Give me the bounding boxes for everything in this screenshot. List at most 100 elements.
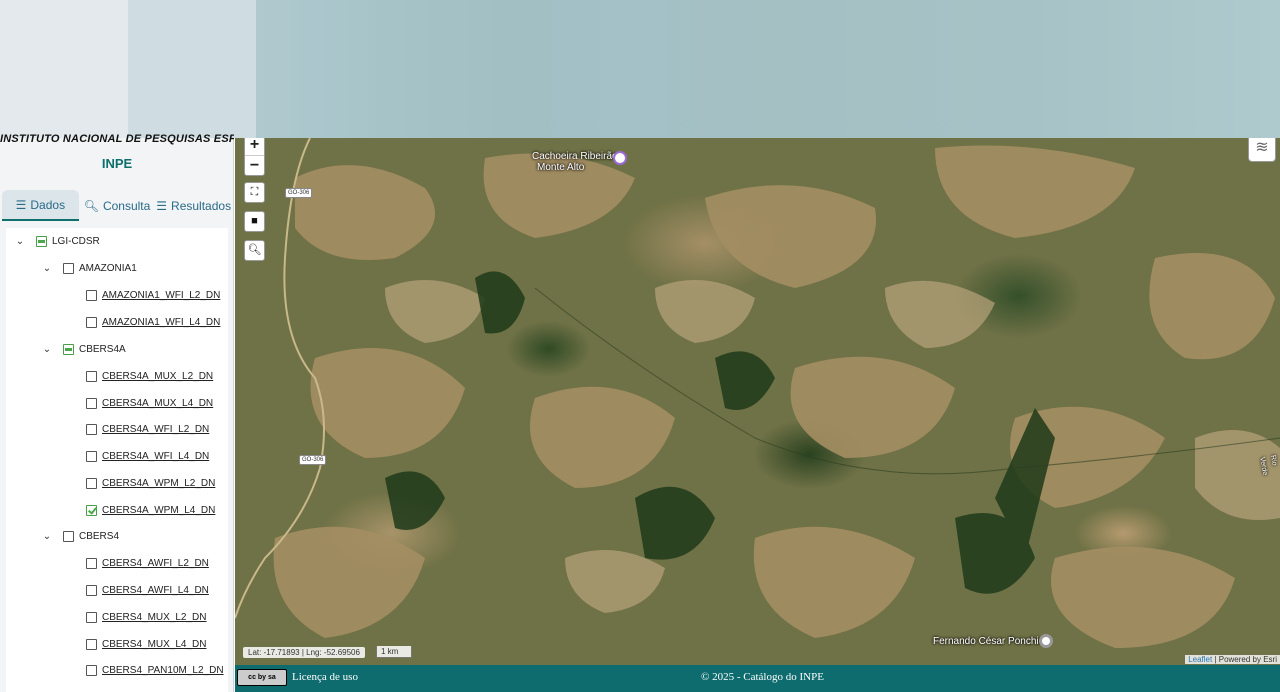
- item-label[interactable]: CBERS4A_WPM_L2_DN: [102, 478, 215, 489]
- tree-item: AMAZONIA1_WFI_L2_DN: [86, 286, 220, 304]
- item-checkbox[interactable]: [86, 423, 97, 435]
- scale-bar: 1 km: [376, 646, 412, 658]
- item-checkbox[interactable]: [86, 584, 97, 596]
- leaflet-link[interactable]: Leaflet: [1188, 655, 1212, 664]
- attribution-text: | Powered by Esri: [1212, 655, 1277, 664]
- fullscreen-icon: ⛶: [250, 186, 259, 198]
- place-pin-icon[interactable]: [613, 151, 627, 165]
- square-icon: ■: [251, 215, 258, 227]
- item-label[interactable]: CBERS4_AWFI_L2_DN: [102, 558, 209, 569]
- group-label: CBERS4: [79, 530, 120, 542]
- institute-name: INSTITUTO NACIONAL DE PESQUISAS ESPACIAI…: [0, 133, 234, 145]
- tree-group-cbers4: ⌄ CBERS4: [41, 527, 119, 545]
- tab-resultados-label: Resultados: [171, 198, 232, 213]
- zoom-control: + −: [244, 138, 265, 176]
- item-label[interactable]: CBERS4A_WFI_L4_DN: [102, 451, 209, 462]
- map-view[interactable]: + − ⛶ ■ 🔍︎ ≋ Cachoeira Ribeirão Monte Al…: [235, 138, 1280, 665]
- item-label[interactable]: AMAZONIA1_WFI_L2_DN: [102, 290, 220, 301]
- tree-item: AMAZONIA1_WFI_L4_DN: [86, 313, 220, 331]
- tab-bar: ☰ Dados 🔍︎ Consulta ☰ Resultados: [2, 190, 232, 221]
- group-label: CBERS4A: [79, 343, 126, 355]
- place-line-1: Cachoeira Ribeirão: [532, 151, 618, 162]
- map-attribution: Leaflet | Powered by Esri: [1185, 655, 1280, 664]
- tree-item: CBERS4_PAN10M_L2_DN: [86, 661, 224, 679]
- tree-root-label: LGI-CDSR: [52, 235, 100, 247]
- tab-resultados[interactable]: ☰ Resultados: [155, 190, 232, 221]
- item-checkbox[interactable]: [86, 397, 97, 409]
- cc-license-badge[interactable]: cc by sa: [237, 669, 287, 686]
- chevron-down-icon[interactable]: ⌄: [14, 236, 26, 247]
- top-banner: [0, 0, 1280, 138]
- river-label: Rio Verde: [1258, 454, 1278, 476]
- item-label[interactable]: CBERS4A_WFI_L2_DN: [102, 424, 209, 435]
- tree-item: CBERS4A_WPM_L4_DN: [86, 501, 215, 519]
- item-checkbox[interactable]: [86, 611, 97, 623]
- draw-rectangle-button[interactable]: ■: [244, 211, 265, 232]
- tab-consulta-label: Consulta: [102, 198, 151, 213]
- item-label[interactable]: CBERS4A_WPM_L4_DN: [102, 505, 215, 516]
- zoom-in-button[interactable]: +: [245, 138, 264, 155]
- item-checkbox-checked[interactable]: [86, 504, 97, 516]
- tab-dados[interactable]: ☰ Dados: [2, 190, 79, 221]
- item-label[interactable]: AMAZONIA1_WFI_L4_DN: [102, 317, 220, 328]
- item-label[interactable]: CBERS4_MUX_L2_DN: [102, 612, 207, 623]
- road-label: GO-306: [299, 455, 327, 465]
- item-checkbox[interactable]: [86, 450, 97, 462]
- tree-item: CBERS4A_WPM_L2_DN: [86, 474, 215, 492]
- license-link[interactable]: Licença de uso: [292, 671, 358, 683]
- chevron-down-icon[interactable]: ⌄: [41, 263, 53, 274]
- item-checkbox[interactable]: [86, 289, 97, 301]
- layers-button[interactable]: ≋: [1248, 138, 1276, 162]
- item-checkbox[interactable]: [86, 557, 97, 569]
- tree-item: CBERS4A_MUX_L4_DN: [86, 394, 213, 412]
- item-label[interactable]: CBERS4A_MUX_L4_DN: [102, 398, 213, 409]
- group-checkbox[interactable]: [63, 262, 74, 274]
- item-label[interactable]: CBERS4A_MUX_L2_DN: [102, 371, 213, 382]
- tree-item: CBERS4A_MUX_L2_DN: [86, 367, 213, 385]
- coordinates-readout: Lat: -17.71893 | Lng: -52.69506: [243, 647, 365, 658]
- chevron-down-icon[interactable]: ⌄: [41, 344, 53, 355]
- tree-group-cbers4a: ⌄ CBERS4A: [41, 340, 126, 358]
- list-icon: ☰: [156, 198, 168, 213]
- tab-dados-label: Dados: [30, 197, 66, 212]
- group-label: AMAZONIA1: [79, 262, 137, 274]
- copyright-text: © 2025 - Catálogo do INPE: [701, 671, 824, 683]
- satellite-imagery: [235, 138, 1280, 648]
- left-panel: INSTITUTO NACIONAL DE PESQUISAS ESPACIAI…: [0, 133, 234, 692]
- tree-item: CBERS4A_WFI_L4_DN: [86, 447, 209, 465]
- search-icon: 🔍︎: [247, 244, 262, 256]
- place-line-2: Monte Alto: [537, 162, 585, 173]
- item-label[interactable]: CBERS4_AWFI_L4_DN: [102, 585, 209, 596]
- place-label-fernando: Fernando César Ponchio: [933, 636, 1045, 647]
- tree-item: CBERS4_MUX_L4_DN: [86, 635, 207, 653]
- item-label[interactable]: CBERS4_PAN10M_L2_DN: [102, 665, 224, 676]
- group-checkbox[interactable]: [63, 343, 74, 355]
- tree-item: CBERS4_AWFI_L4_DN: [86, 581, 209, 599]
- fullscreen-button[interactable]: ⛶: [244, 182, 265, 203]
- search-icon: 🔍︎: [83, 198, 99, 213]
- tree-item: CBERS4A_WFI_L2_DN: [86, 420, 209, 438]
- list-icon: ☰: [15, 197, 27, 212]
- location-pin-icon[interactable]: [1039, 634, 1053, 648]
- item-checkbox[interactable]: [86, 477, 97, 489]
- layer-tree: ⌄ LGI-CDSR ⌄ AMAZONIA1 AMAZONIA1_WFI_L2_…: [6, 228, 228, 692]
- tree-group-amazonia1: ⌄ AMAZONIA1: [41, 259, 137, 277]
- zoom-out-button[interactable]: −: [245, 155, 264, 175]
- tab-consulta[interactable]: 🔍︎ Consulta: [79, 190, 156, 221]
- tree-root-checkbox[interactable]: [36, 235, 47, 247]
- tree-item: CBERS4_MUX_L2_DN: [86, 608, 207, 626]
- group-checkbox[interactable]: [63, 530, 74, 542]
- chevron-down-icon[interactable]: ⌄: [41, 531, 53, 542]
- layers-icon: ≋: [1255, 139, 1269, 156]
- place-label-cachoeira: Cachoeira Ribeirão Monte Alto: [532, 151, 618, 173]
- map-search-button[interactable]: 🔍︎: [244, 240, 265, 261]
- item-checkbox[interactable]: [86, 316, 97, 328]
- item-checkbox[interactable]: [86, 638, 97, 650]
- item-checkbox[interactable]: [86, 370, 97, 382]
- road-label: GO-306: [285, 188, 313, 198]
- cc-badge-text: cc by sa: [248, 674, 276, 681]
- inpe-title: INPE: [101, 156, 133, 171]
- tree-item: CBERS4_AWFI_L2_DN: [86, 554, 209, 572]
- item-checkbox[interactable]: [86, 664, 97, 676]
- item-label[interactable]: CBERS4_MUX_L4_DN: [102, 639, 207, 650]
